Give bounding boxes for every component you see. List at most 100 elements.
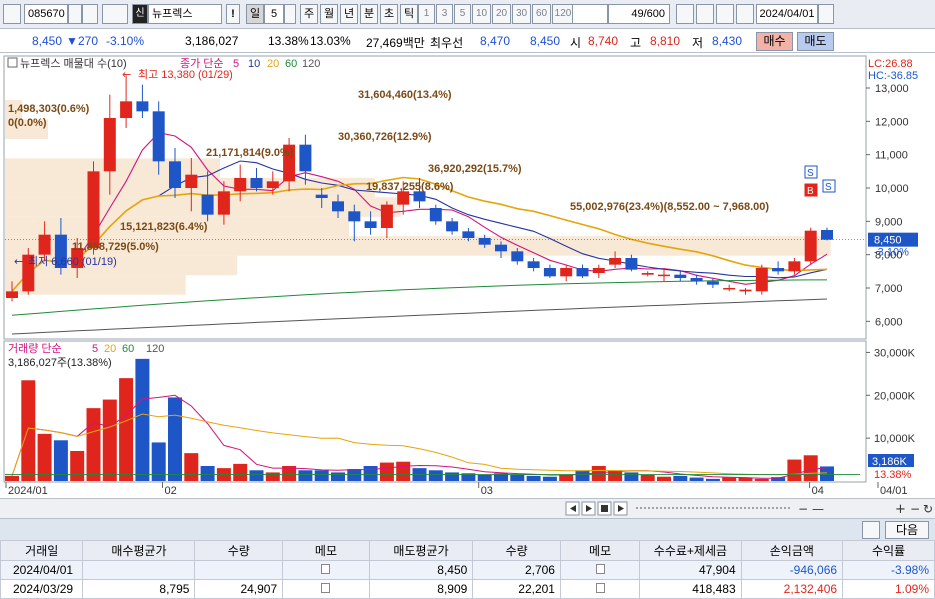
period-dropdown-icon[interactable] (284, 4, 296, 24)
period-button[interactable]: 초 (380, 4, 398, 24)
table-header-cell[interactable]: 메모 (559, 540, 641, 561)
price-legend-title: 뉴프렉스 매물대 수(10) (20, 57, 127, 70)
table-header-cell[interactable]: 메모 (282, 540, 370, 561)
candle-body (706, 281, 719, 285)
tool-icon[interactable] (676, 4, 694, 24)
timeframe-button[interactable]: 60 (532, 4, 551, 24)
zoom-slider-icon[interactable]: — (812, 502, 824, 516)
high-price: 8,810 (650, 34, 681, 48)
volume-bar (803, 455, 818, 481)
gear-icon[interactable] (862, 521, 880, 539)
zoom-out-icon[interactable]: − (798, 502, 808, 516)
calendar-icon[interactable] (818, 4, 834, 24)
volume-legend-period: 5 (92, 343, 98, 355)
timeframe-button[interactable]: 10 (472, 4, 491, 24)
table-row[interactable]: 2024/03/29 8,795 24,907 8,909 22,201 418,483 2… (0, 579, 935, 599)
table-header-cell[interactable]: 매도평균가 (368, 540, 474, 561)
timeframe-button[interactable]: 1 (418, 4, 435, 24)
table-header-cell[interactable]: 수익률 (842, 540, 935, 561)
stock-code-input[interactable]: 085670 (24, 4, 68, 24)
period-value-input[interactable]: 5 (264, 4, 284, 24)
stop-icon (601, 505, 608, 512)
current-price: 8,450 (32, 34, 63, 48)
alert-button[interactable]: ! (226, 4, 240, 24)
bar-count-field[interactable]: 49/600 (608, 4, 670, 24)
volume-bar (314, 470, 329, 481)
timeframe-button[interactable]: 120 (552, 4, 574, 24)
volume-legend-title: 거래량 단순 (8, 342, 62, 355)
table-header-cell[interactable]: 수수료+제세금 (639, 540, 742, 561)
period-button[interactable]: 주 (300, 4, 318, 24)
candle-body (804, 230, 817, 262)
memo-icon[interactable] (321, 583, 331, 593)
zoom-out-small-icon[interactable]: − (910, 502, 920, 516)
pct-2: 13.03% (310, 34, 351, 48)
table-row[interactable]: 2024/04/01 8,450 2,706 47,904 -946,066 -3.98% (0, 560, 935, 580)
timeframe-button[interactable]: 30 (512, 4, 531, 24)
table-header-cell[interactable]: 거래일 (0, 540, 84, 561)
price-axis-label: 13,000 (875, 83, 909, 95)
candle-body (38, 234, 51, 255)
code-dropdown-icon[interactable] (68, 4, 82, 24)
search-icon[interactable] (82, 4, 98, 24)
high-arrow-icon: ← (122, 68, 131, 81)
table-cell[interactable] (559, 560, 641, 580)
chart-settings-icon[interactable] (696, 4, 714, 24)
save-icon[interactable] (736, 4, 754, 24)
buy-button[interactable]: 매수 (756, 32, 793, 51)
app-menu-icon[interactable] (3, 4, 21, 24)
period-button[interactable]: 틱 (400, 4, 418, 24)
volume-bar (738, 478, 753, 481)
table-cell: 8,795 (82, 579, 196, 599)
timeframe-button[interactable]: 20 (492, 4, 511, 24)
memo-icon[interactable] (321, 564, 331, 574)
hc-label: HC:-36.85 (868, 70, 918, 82)
table-cell[interactable] (282, 579, 370, 599)
volume-bar (640, 474, 655, 481)
period-button[interactable]: 년 (340, 4, 358, 24)
volume-profile-label: 15,121,823(6.4%) (120, 221, 208, 233)
sell-button[interactable]: 매도 (797, 32, 834, 51)
low-price: 8,430 (712, 34, 743, 48)
candle-body (234, 178, 247, 192)
volume-tag-label: 3,186K (872, 456, 908, 468)
stock-name-field[interactable]: 뉴프렉스 (148, 4, 222, 24)
date-input[interactable]: 2024/04/01 (756, 4, 818, 24)
low-marker: 최저 6,660 (01/19) (28, 255, 117, 268)
table-header-cell[interactable]: 수량 (194, 540, 284, 561)
price-chart[interactable]: 뉴프렉스 매물대 수(10) 종가 단순 5 10 20 60 120 LC:26.88HC:… (0, 54, 935, 498)
memo-icon[interactable] (595, 564, 605, 574)
next-button[interactable]: 다음 (885, 521, 929, 539)
candle-body (266, 181, 279, 188)
candle-body (217, 191, 230, 215)
period-button[interactable]: 월 (320, 4, 338, 24)
volume-bar (102, 399, 117, 481)
volume-summary: 3,186,027주(13.38%) (8, 357, 112, 369)
table-cell[interactable] (559, 579, 641, 599)
price-change: 270 (78, 34, 99, 48)
timeframe-input[interactable] (572, 4, 608, 24)
speaker-icon[interactable] (102, 4, 128, 24)
indicator-icon[interactable] (716, 4, 734, 24)
timeframe-button[interactable]: 3 (436, 4, 453, 24)
candle-body (201, 194, 214, 215)
zoom-in-icon[interactable]: + (895, 502, 906, 517)
table-header-cell[interactable]: 수량 (472, 540, 561, 561)
table-header-cell[interactable]: 손익금액 (740, 540, 844, 561)
period-day-button[interactable]: 일 (246, 4, 264, 24)
memo-icon[interactable] (595, 583, 605, 593)
volume-bar (673, 475, 688, 481)
ma-legend-period: 120 (302, 58, 320, 70)
period-button[interactable]: 분 (360, 4, 378, 24)
table-header-cell[interactable]: 매수평균가 (82, 540, 196, 561)
table-cell[interactable] (282, 560, 370, 580)
high-marker: 최고 13,380 (01/29) (138, 68, 233, 81)
volume-legend-period: 120 (146, 343, 164, 355)
volume-bar (379, 462, 394, 481)
candle-body (609, 258, 622, 265)
reset-zoom-icon[interactable]: ↻ (923, 502, 933, 516)
candle-body (152, 111, 165, 162)
chart-scrollbar[interactable]: − — + − ↻ (0, 498, 935, 518)
timeframe-button[interactable]: 5 (454, 4, 471, 24)
table-cell: 2,132,406 (740, 579, 844, 599)
